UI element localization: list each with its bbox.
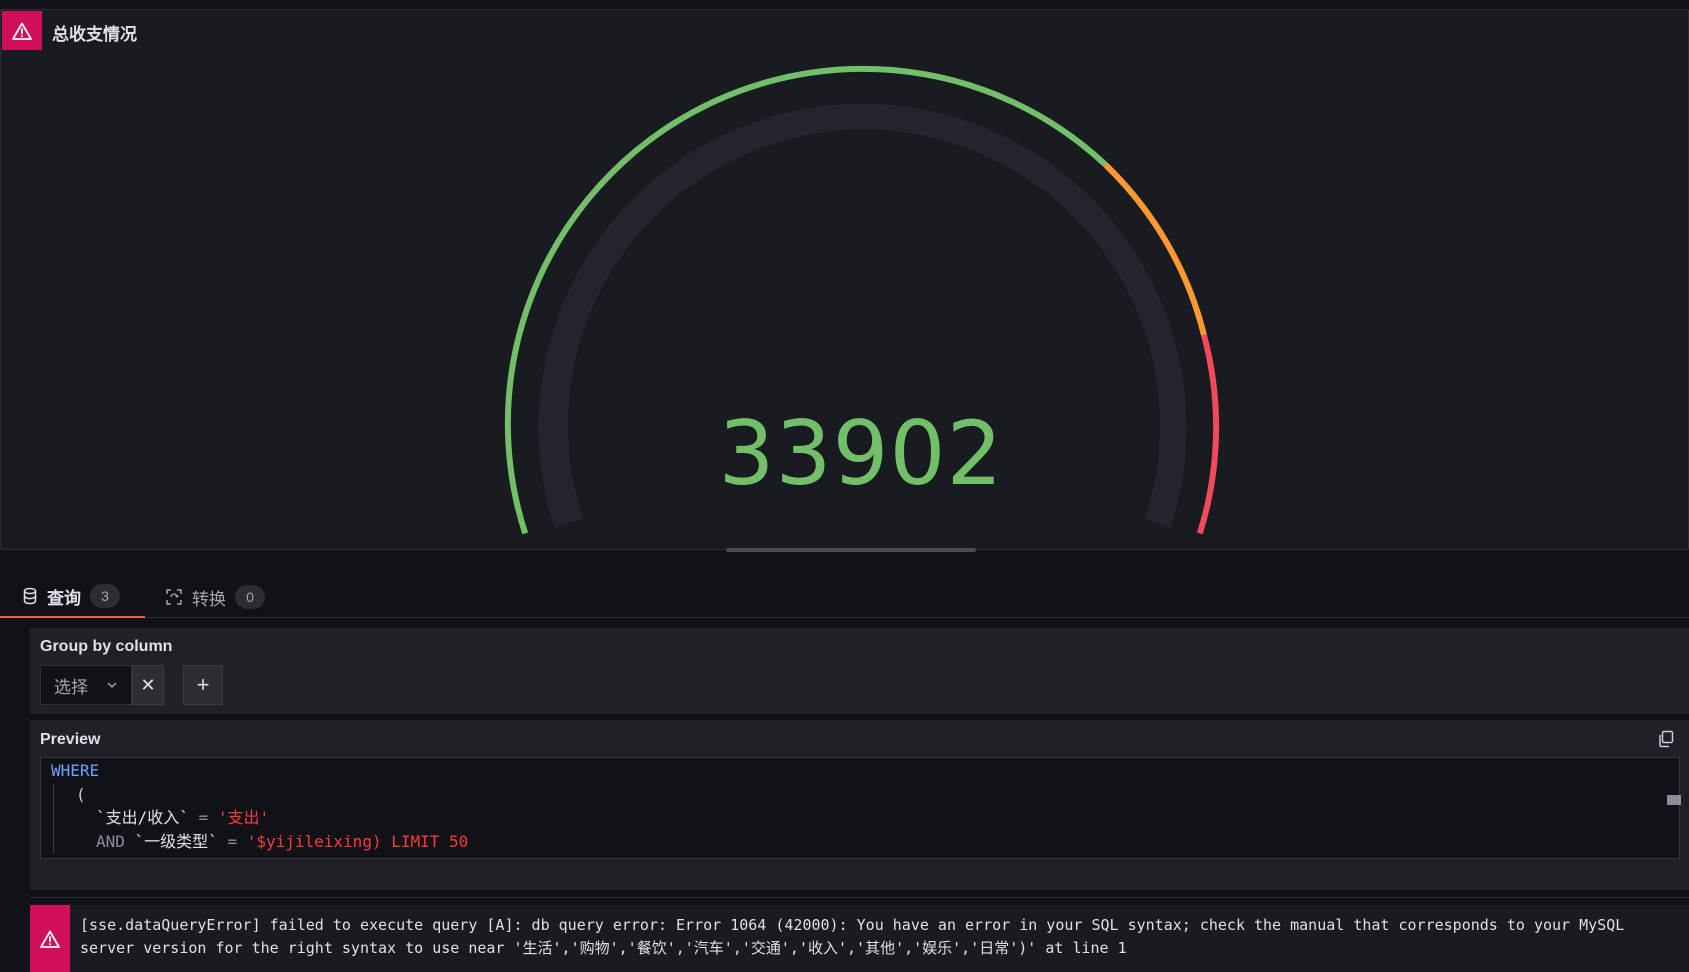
sql-code-preview[interactable]: WHERE ( `支出/收入` = '支出' AND `一级类型` = '$yi… xyxy=(40,757,1680,859)
code-line: AND `一级类型` = '$yijileixing) LIMIT 50 xyxy=(53,829,1669,853)
query-tabs: 查询 3 转换 0 xyxy=(0,576,1689,618)
tab-transformations[interactable]: 转换 0 xyxy=(165,576,265,618)
code-line: `支出/收入` = '支出' xyxy=(53,806,1669,830)
sql-keyword: AND xyxy=(96,831,125,851)
warning-icon xyxy=(40,930,60,948)
error-stripe xyxy=(30,905,70,972)
sql-identifier: `一级类型` xyxy=(124,831,218,851)
group-by-select-placeholder: 选择 xyxy=(54,677,88,697)
sql-operator: = xyxy=(217,831,247,851)
tab-transformations-label: 转换 xyxy=(192,589,226,610)
tab-queries-label: 查询 xyxy=(47,588,81,609)
sql-preview-section: Preview WHERE ( `支出/收入` = '支出' AND `一级类型… xyxy=(30,720,1689,890)
sql-operator: = xyxy=(188,808,218,827)
add-group-by-button[interactable]: + xyxy=(183,665,223,705)
transform-icon xyxy=(166,589,182,605)
sql-keyword: WHERE xyxy=(51,761,100,780)
sql-identifier: `支出/收入` xyxy=(96,808,189,827)
remove-group-by-button[interactable]: ✕ xyxy=(132,665,164,705)
sql-string: '支出' xyxy=(217,808,270,827)
gauge-panel: 总收支情况 33902 xyxy=(0,9,1689,550)
group-by-select[interactable]: 选择 xyxy=(40,665,132,705)
divider xyxy=(30,897,1689,898)
sql-string: '$yijileixing) LIMIT 50 xyxy=(246,831,469,851)
code-line: WHERE xyxy=(51,759,1669,783)
copy-icon[interactable] xyxy=(1657,730,1675,748)
tab-queries-count: 3 xyxy=(90,584,120,608)
tab-transformations-count: 0 xyxy=(235,585,265,609)
gauge-threshold-red xyxy=(1196,334,1220,535)
code-line: ( xyxy=(53,782,1669,806)
tab-queries[interactable]: 查询 3 xyxy=(0,576,145,618)
group-by-section: Group by column 选择 ✕ + xyxy=(30,628,1689,714)
group-by-label: Group by column xyxy=(40,638,173,655)
sql-paren: ( xyxy=(76,784,86,804)
preview-label: Preview xyxy=(40,731,101,748)
query-error-alert: [sse.dataQueryError] failed to execute q… xyxy=(30,905,1689,972)
code-minimap[interactable] xyxy=(1667,795,1681,805)
database-icon xyxy=(23,587,37,605)
chevron-down-icon xyxy=(107,682,117,689)
error-message: [sse.dataQueryError] failed to execute q… xyxy=(80,916,1625,957)
gauge-value: 33902 xyxy=(718,402,1004,505)
panel-resize-handle[interactable] xyxy=(726,548,976,552)
